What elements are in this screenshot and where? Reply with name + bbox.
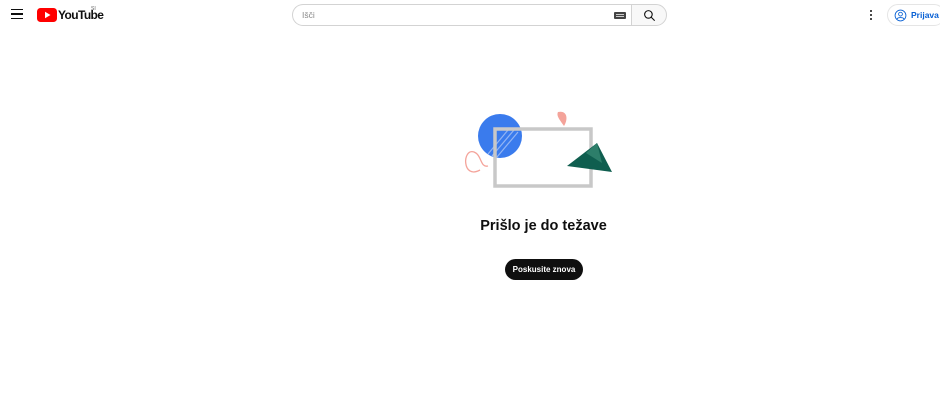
search-input[interactable]: [302, 5, 602, 25]
youtube-logo-icon: [37, 7, 57, 22]
dot: [869, 13, 873, 17]
country-code: SI: [91, 6, 96, 12]
menu-icon-bar: [11, 8, 23, 11]
keyboard-icon[interactable]: [614, 12, 626, 19]
menu-icon-bar: [11, 13, 23, 15]
signin-button[interactable]: Prijava: [887, 4, 940, 26]
pink-leaf-shape: [557, 111, 567, 126]
account-circle-icon: [894, 9, 907, 21]
masthead: YouTube SI Prijava: [0, 0, 940, 30]
menu-button[interactable]: [6, 3, 28, 25]
signin-label: Prijava: [911, 10, 939, 20]
more-vert-icon[interactable]: [862, 5, 880, 25]
dot: [869, 9, 873, 12]
logo-wordmark: YouTube: [58, 7, 104, 22]
menu-icon-bar: [11, 17, 23, 20]
error-message: Prišlo je do težave: [480, 218, 607, 234]
squiggle-decoration: [464, 151, 489, 173]
retry-button[interactable]: Poskusite znova: [505, 259, 583, 280]
search-button[interactable]: [631, 4, 667, 26]
error-illustration: [464, 111, 612, 188]
search-box[interactable]: [292, 4, 631, 26]
search-icon: [643, 9, 655, 21]
dot: [869, 18, 873, 21]
